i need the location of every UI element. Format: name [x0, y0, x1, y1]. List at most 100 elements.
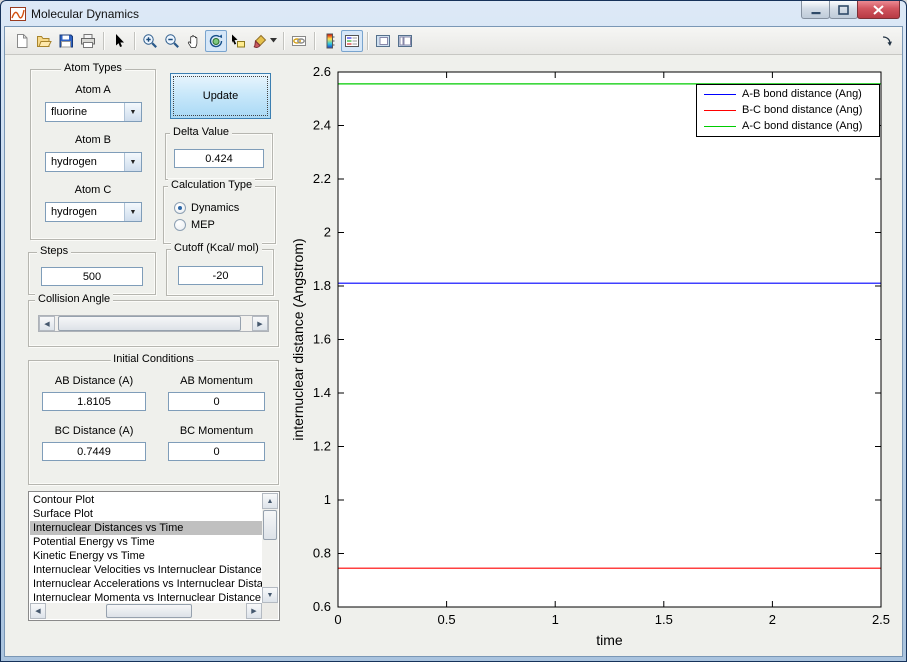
legend-line-sample: [704, 125, 736, 127]
collision-angle-slider[interactable]: ◀ ▶: [38, 315, 269, 332]
figure-body: Atom Types Atom A fluorine ▼ Atom B hydr…: [4, 26, 903, 657]
radio-dynamics[interactable]: Dynamics: [174, 199, 239, 216]
scroll-right-button[interactable]: ▶: [246, 603, 262, 619]
atom-c-value: hydrogen: [51, 206, 97, 218]
close-button[interactable]: [857, 1, 900, 19]
y-tick-label: 2.2: [313, 171, 331, 186]
x-tick-label: 0: [334, 612, 341, 627]
calculation-type-radios: Dynamics MEP: [174, 199, 239, 233]
scroll-up-button[interactable]: ▲: [262, 493, 278, 509]
list-item[interactable]: Internuclear Velocities vs Internuclear …: [30, 563, 262, 577]
legend-line-sample: [704, 93, 736, 95]
plot-legend[interactable]: A-B bond distance (Ang) B-C bond distance…: [696, 84, 880, 137]
legend-icon: [345, 34, 359, 47]
zoom-in-button[interactable]: [139, 30, 161, 52]
dropdown-arrow-icon[interactable]: ▼: [124, 103, 141, 121]
data-cursor-button[interactable]: [227, 30, 249, 52]
y-tick-label: 1.4: [313, 385, 331, 400]
figure-toolbar: [5, 27, 902, 55]
plot-background: [338, 72, 881, 607]
open-folder-icon: [37, 35, 52, 47]
dropdown-arrow-icon[interactable]: ▼: [124, 153, 141, 171]
list-item[interactable]: Potential Energy vs Time: [30, 535, 262, 549]
dock-figure-button[interactable]: [878, 32, 896, 50]
print-button[interactable]: [77, 30, 99, 52]
scrollbar-corner: [262, 603, 278, 619]
list-item[interactable]: Internuclear Accelerations vs Internucle…: [30, 577, 262, 591]
listbox-vertical-scrollbar[interactable]: ▲ ▼: [262, 493, 278, 603]
minimize-button[interactable]: [801, 1, 830, 19]
slider-right-arrow[interactable]: ▶: [252, 316, 268, 331]
update-button[interactable]: Update: [170, 73, 271, 119]
delta-value-field[interactable]: [174, 149, 264, 168]
cutoff-field[interactable]: [178, 266, 263, 285]
link-plot-button[interactable]: [288, 30, 310, 52]
vertical-scroll-thumb[interactable]: [263, 510, 277, 540]
bc-distance-field[interactable]: [42, 442, 146, 461]
toolbar-separator: [314, 31, 315, 50]
save-button[interactable]: [55, 30, 77, 52]
listbox-horizontal-scrollbar[interactable]: ◀ ▶: [30, 603, 262, 619]
listbox-items: Contour Plot Surface Plot Internuclear Dis…: [30, 493, 262, 603]
dropdown-arrow-icon[interactable]: ▼: [124, 203, 141, 221]
radio-mep[interactable]: MEP: [174, 216, 239, 233]
y-tick-label: 1.2: [313, 439, 331, 454]
plot-type-listbox[interactable]: Contour Plot Surface Plot Internuclear Dis…: [28, 491, 280, 621]
edit-plot-button[interactable]: [108, 30, 130, 52]
maximize-button[interactable]: [829, 1, 858, 19]
list-item[interactable]: Surface Plot: [30, 507, 262, 521]
calculation-type-panel: Calculation Type Dynamics MEP: [163, 179, 276, 244]
app-window: Molecular Dynamics Atom Types Atom A flu…: [0, 0, 907, 662]
atom-c-dropdown[interactable]: hydrogen ▼: [45, 202, 142, 222]
legend-label: A-B bond distance (Ang): [742, 88, 862, 100]
delta-value-panel: Delta Value: [165, 126, 273, 180]
printer-icon: [81, 33, 95, 48]
data-cursor-icon: [232, 34, 245, 47]
show-plot-tools-icon: [398, 34, 412, 47]
pan-button[interactable]: [183, 30, 205, 52]
ab-momentum-field[interactable]: [168, 392, 265, 411]
steps-field[interactable]: [41, 267, 143, 286]
pan-hand-icon: [187, 34, 198, 48]
ab-distance-field[interactable]: [42, 392, 146, 411]
toolbar-separator: [134, 31, 135, 50]
insert-colorbar-button[interactable]: [319, 30, 341, 52]
list-item[interactable]: Internuclear Distances vs Time: [30, 521, 262, 535]
brush-data-button[interactable]: [249, 30, 279, 52]
plot-canvas[interactable]: 0 0.5 1 1.5 2 2.5 0.6 0.8 1 1.2 1.4 1.6 1.8 2 2.2 2.4 2.…: [290, 55, 901, 656]
new-figure-button[interactable]: [11, 30, 33, 52]
legend-label: A-C bond distance (Ang): [742, 120, 863, 132]
dropdown-caret-icon: [269, 38, 277, 43]
rotate-3d-button[interactable]: [205, 29, 227, 52]
x-tick-label: 1.5: [655, 612, 673, 627]
title-bar[interactable]: Molecular Dynamics: [4, 1, 903, 26]
legend-entry: A-B bond distance (Ang): [697, 86, 879, 102]
scroll-down-button[interactable]: ▼: [262, 587, 278, 603]
y-tick-label: 1.6: [313, 332, 331, 347]
slider-left-arrow[interactable]: ◀: [39, 316, 55, 331]
atom-a-dropdown[interactable]: fluorine ▼: [45, 102, 142, 122]
zoom-out-button[interactable]: [161, 30, 183, 52]
legend-label: B-C bond distance (Ang): [742, 104, 863, 116]
list-item[interactable]: Kinetic Energy vs Time: [30, 549, 262, 563]
radio-label: Dynamics: [191, 201, 240, 214]
y-tick-label: 1: [324, 492, 331, 507]
cursor-arrow-icon: [116, 33, 124, 47]
toolbar-separator: [103, 31, 104, 50]
list-item[interactable]: Contour Plot: [30, 493, 262, 507]
scroll-left-button[interactable]: ◀: [30, 603, 46, 619]
slider-thumb[interactable]: [58, 316, 241, 331]
horizontal-scroll-thumb[interactable]: [106, 604, 192, 618]
hide-plot-tools-button[interactable]: [372, 30, 394, 52]
open-file-button[interactable]: [33, 30, 55, 52]
toolbar-separator: [283, 31, 284, 50]
atom-b-dropdown[interactable]: hydrogen ▼: [45, 152, 142, 172]
list-item[interactable]: Internuclear Momenta vs Internuclear Dis…: [30, 591, 262, 603]
brush-icon: [252, 34, 266, 48]
bc-momentum-field[interactable]: [168, 442, 265, 461]
close-icon: [873, 4, 884, 15]
zoom-out-icon: [165, 33, 179, 48]
steps-panel: Steps: [28, 245, 156, 295]
show-plot-tools-button[interactable]: [394, 30, 416, 52]
insert-legend-button[interactable]: [341, 29, 363, 52]
